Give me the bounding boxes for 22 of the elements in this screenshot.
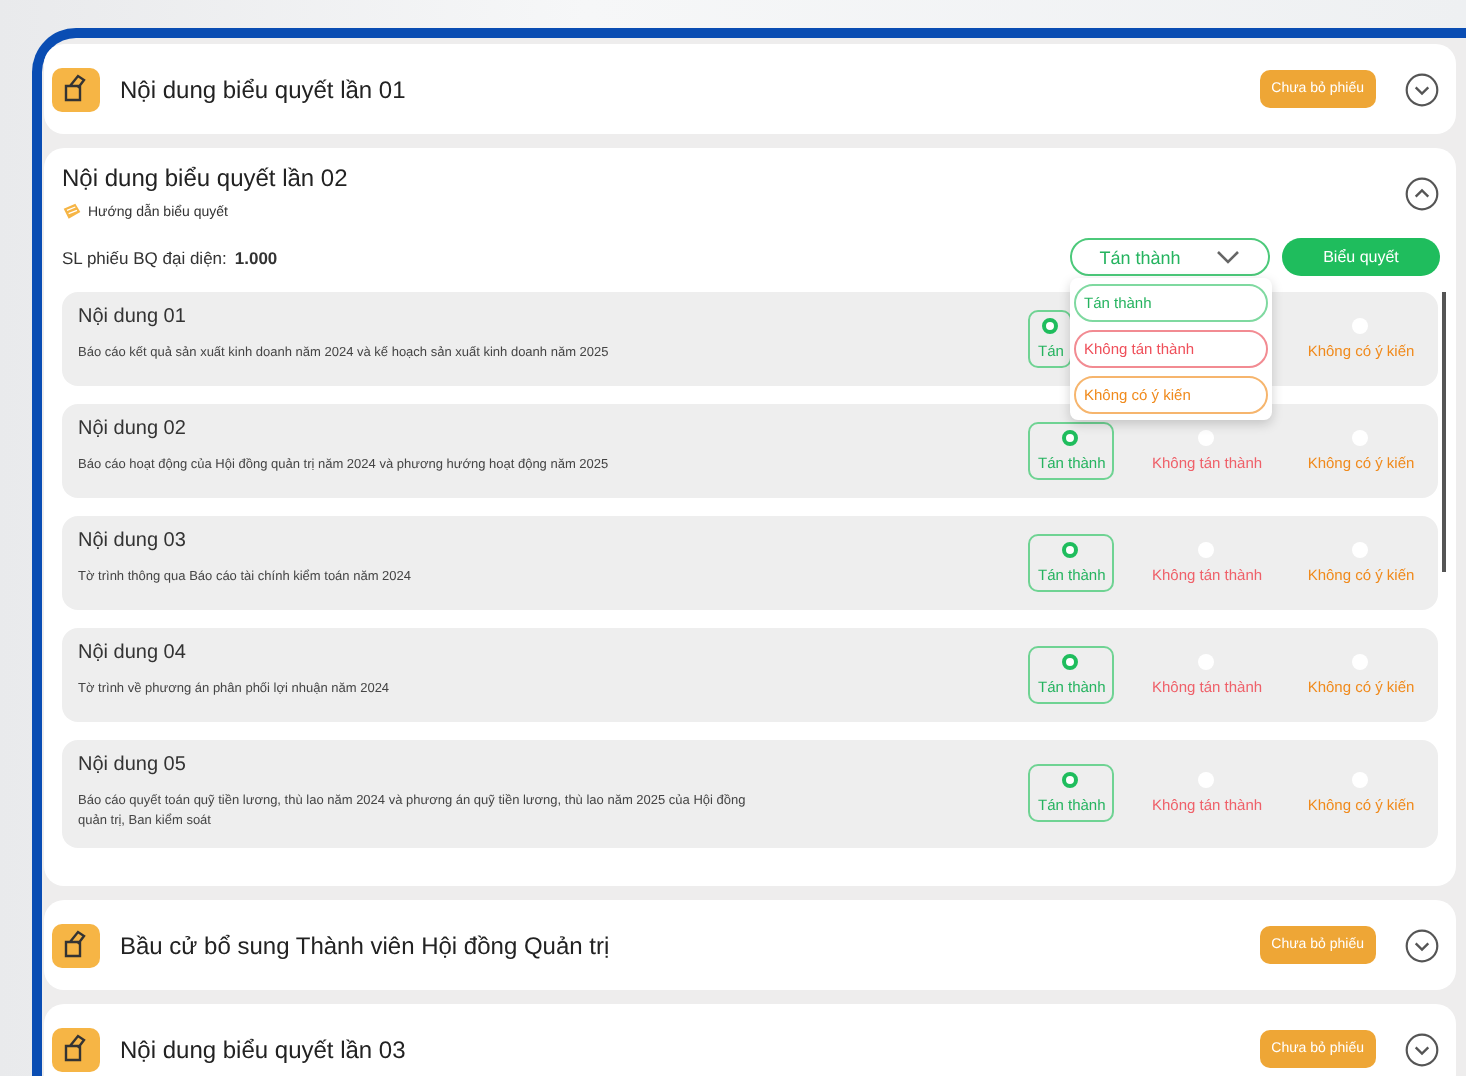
expand-button[interactable] [1404,1031,1440,1067]
expand-button[interactable] [1404,927,1440,963]
collapse-button[interactable] [1404,175,1440,211]
section-title: Nội dung biểu quyết lần 03 [120,1035,408,1063]
resolution-title: Nội dung 03 [78,530,188,552]
vote-dropdown[interactable]: Tán thành [1070,238,1270,276]
resolution-title: Nội dung 04 [78,642,188,664]
section-title: Bầu cử bổ sung Thành viên Hội đồng Quản trị [120,931,612,959]
ballot-icon [52,923,100,967]
vote-button[interactable]: Biểu quyết [1282,238,1440,276]
resolution-title: Nội dung 01 [78,306,188,328]
resolution-title: Nội dung 02 [78,418,188,440]
section-title: Nội dung biểu quyết lần 01 [120,75,408,103]
chevron-down-icon [1216,249,1241,265]
count-label: SL phiếu BQ đại diện: [62,247,227,267]
expand-button[interactable] [1404,71,1440,107]
guide-icon [62,202,82,222]
ballot-icon [52,1027,100,1071]
ballot-icon [52,67,100,111]
count-value: 1.000 [234,247,278,267]
section-title: Nội dung biểu quyết lần 02 [62,164,348,192]
resolution-title: Nội dung 05 [78,754,188,776]
